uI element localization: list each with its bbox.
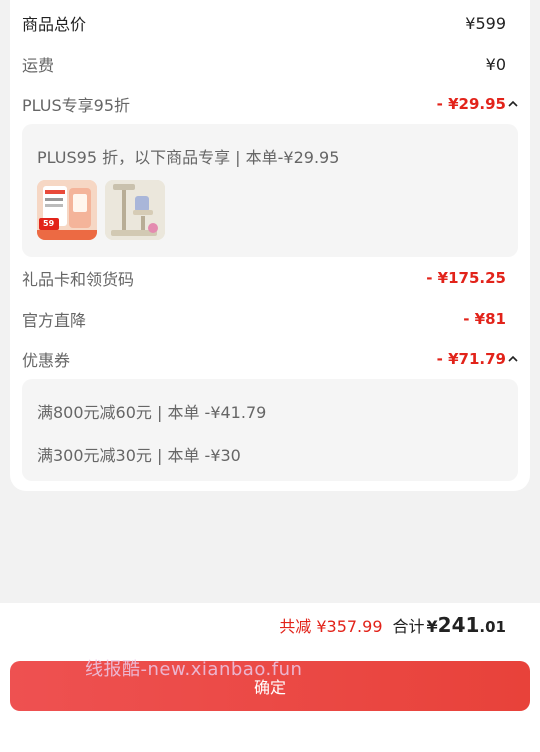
product-thumbnail-2[interactable] <box>105 180 165 240</box>
coupon-panel: 满800元减60元 | 本单 -¥41.79 满300元减30元 | 本单 -¥… <box>22 379 518 481</box>
goods-total-label: 商品总价 <box>22 15 87 34</box>
sum-integer: 241 <box>437 613 480 637</box>
price-badge: 59 <box>43 219 55 228</box>
coupon-value: - ¥71.79 <box>436 350 506 368</box>
total-summary: 共减 ¥357.99 合计 ¥241.01 <box>279 613 506 637</box>
shipping-row: 运费 ¥0 <box>22 52 506 76</box>
giftcard-label: 礼品卡和领货码 <box>22 270 135 289</box>
plus-discount-label: PLUS专享95折 <box>22 96 130 115</box>
chevron-up-icon[interactable] <box>507 353 519 365</box>
plus-discount-detail: PLUS95 折，以下商品专享 | 本单-¥29.95 <box>37 148 340 167</box>
coupon-row[interactable]: 优惠券 - ¥71.79 <box>22 347 518 371</box>
total-reduction: 共减 ¥357.99 <box>279 617 383 636</box>
direct-reduction-row: 官方直降 - ¥81 <box>22 307 506 331</box>
sum-currency: ¥ <box>426 617 438 636</box>
product-thumbnail-1[interactable]: 59 <box>37 180 97 240</box>
direct-reduction-value: - ¥81 <box>463 310 506 328</box>
price-detail-card: 商品总价 ¥599 运费 ¥0 PLUS专享95折 - ¥29.95 PLUS9… <box>10 0 530 491</box>
goods-total-row: 商品总价 ¥599 <box>22 11 506 35</box>
sum-decimal: .01 <box>479 618 506 636</box>
giftcard-row: 礼品卡和领货码 - ¥175.25 <box>22 266 506 290</box>
coupon-label: 优惠券 <box>22 351 71 370</box>
watermark-text: 线报酷-new.xianbao.fun <box>85 659 303 680</box>
shipping-value: ¥0 <box>485 54 506 74</box>
product-image-icon <box>37 180 97 240</box>
plus-discount-row[interactable]: PLUS专享95折 - ¥29.95 <box>22 92 518 116</box>
sum-label: 合计 <box>392 617 425 636</box>
goods-total-value: ¥599 <box>465 13 506 33</box>
cat-tree-image-icon <box>105 180 165 240</box>
coupon-item: 满300元减30元 | 本单 -¥30 <box>37 446 241 465</box>
direct-reduction-label: 官方直降 <box>22 311 87 330</box>
shipping-label: 运费 <box>22 56 55 75</box>
plus-discount-toggle[interactable]: - ¥29.95 <box>437 95 519 113</box>
plus-discount-value: - ¥29.95 <box>436 95 506 113</box>
plus-discount-panel: PLUS95 折，以下商品专享 | 本单-¥29.95 59 <box>22 124 518 257</box>
sum-amount: ¥241.01 <box>427 613 506 637</box>
coupon-item: 满800元减60元 | 本单 -¥41.79 <box>37 403 267 422</box>
coupon-toggle[interactable]: - ¥71.79 <box>437 350 519 368</box>
giftcard-value: - ¥175.25 <box>426 269 506 287</box>
chevron-up-icon[interactable] <box>507 98 519 110</box>
